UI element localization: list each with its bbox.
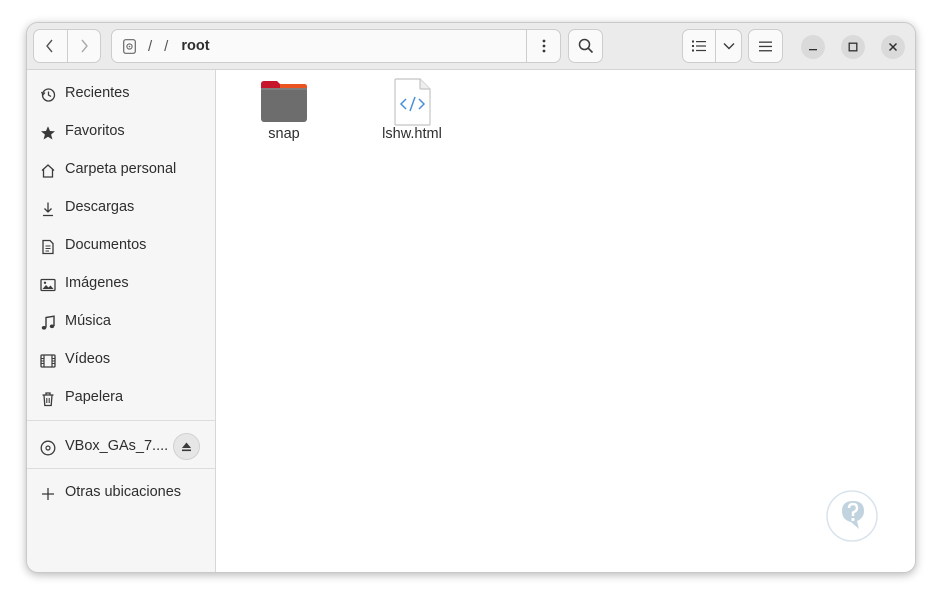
- download-icon: [39, 200, 56, 217]
- home-icon: [39, 162, 56, 179]
- sidebar-item-label: Documentos: [65, 237, 147, 253]
- sidebar: Recientes Favoritos Carpeta personal Des…: [27, 70, 216, 572]
- sidebar-item-label: Música: [65, 313, 111, 329]
- list-view-button[interactable]: [683, 30, 716, 62]
- maximize-button[interactable]: [841, 35, 865, 59]
- sidebar-item-vbox-device[interactable]: VBox_GAs_7....: [27, 426, 215, 468]
- view-switcher: [682, 29, 742, 63]
- disc-icon: [39, 439, 56, 456]
- vertical-dots-icon: [542, 39, 545, 53]
- view-options-button[interactable]: [716, 30, 741, 62]
- close-button[interactable]: [881, 35, 905, 59]
- sidebar-item-favoritos[interactable]: Favoritos: [27, 113, 215, 151]
- chevron-down-icon: [723, 43, 734, 50]
- trash-icon: [39, 390, 56, 407]
- eject-button[interactable]: [173, 433, 200, 460]
- search-icon: [578, 38, 593, 54]
- path-separator: /: [164, 37, 169, 55]
- search-button[interactable]: [568, 29, 603, 63]
- list-view-icon: [692, 40, 706, 52]
- sidebar-item-descargas[interactable]: Descargas: [27, 189, 215, 227]
- forward-button[interactable]: [66, 30, 101, 62]
- folder-menu-button[interactable]: [526, 30, 560, 62]
- minimize-icon: [809, 49, 817, 51]
- sidebar-divider: [27, 420, 215, 421]
- sidebar-item-recientes[interactable]: Recientes: [27, 75, 215, 113]
- sidebar-item-carpeta-personal[interactable]: Carpeta personal: [27, 151, 215, 189]
- sidebar-item-otras-ubicaciones[interactable]: Otras ubicaciones: [27, 474, 215, 512]
- hamburger-icon: [759, 41, 772, 51]
- sidebar-item-label: Carpeta personal: [65, 161, 177, 177]
- sidebar-item-label: Otras ubicaciones: [65, 484, 182, 500]
- document-icon: [39, 238, 56, 255]
- navigation-buttons: [33, 29, 101, 63]
- file-view[interactable]: snap lshw.html: [216, 70, 915, 572]
- sidebar-item-videos[interactable]: Vídeos: [27, 341, 215, 379]
- path-segment-current[interactable]: root: [181, 38, 209, 54]
- plus-icon: [39, 485, 56, 502]
- file-item-snap[interactable]: snap: [236, 70, 332, 150]
- file-item-lshw-html[interactable]: lshw.html: [364, 70, 460, 150]
- chevron-right-icon: [81, 39, 88, 53]
- video-icon: [39, 352, 56, 369]
- sidebar-item-papelera[interactable]: Papelera: [27, 379, 215, 417]
- close-icon: [888, 42, 898, 52]
- back-button[interactable]: [34, 30, 67, 62]
- sidebar-item-label: Favoritos: [65, 123, 125, 139]
- sidebar-item-label: VBox_GAs_7....: [65, 438, 169, 454]
- music-icon: [39, 314, 56, 331]
- sidebar-item-imagenes[interactable]: Imágenes: [27, 265, 215, 303]
- main-menu-button[interactable]: [748, 29, 783, 63]
- file-name: lshw.html: [382, 126, 442, 142]
- file-manager-window: / / root Recientes Favoritos Carpeta per…: [26, 22, 916, 573]
- chevron-left-icon: [46, 39, 53, 53]
- maximize-icon: [848, 42, 858, 52]
- file-name: snap: [268, 126, 300, 142]
- sidebar-item-documentos[interactable]: Documentos: [27, 227, 215, 265]
- folder-icon: [260, 78, 308, 128]
- sidebar-item-label: Vídeos: [65, 351, 111, 367]
- html-file-icon: [392, 78, 432, 130]
- sidebar-item-label: Recientes: [65, 85, 130, 101]
- watermark-logo: [826, 490, 878, 542]
- sidebar-item-label: Papelera: [65, 389, 124, 405]
- drive-icon: [122, 38, 136, 54]
- sidebar-item-label: Descargas: [65, 199, 135, 215]
- minimize-button[interactable]: [801, 35, 825, 59]
- sidebar-item-label: Imágenes: [65, 275, 129, 291]
- eject-icon: [182, 442, 191, 451]
- star-icon: [39, 124, 56, 141]
- path-separator: /: [148, 37, 153, 55]
- sidebar-item-musica[interactable]: Música: [27, 303, 215, 341]
- image-icon: [39, 276, 56, 293]
- sidebar-divider: [27, 468, 215, 469]
- header-bar: / / root: [27, 23, 915, 70]
- path-bar[interactable]: / / root: [111, 29, 561, 63]
- clock-icon: [39, 86, 56, 103]
